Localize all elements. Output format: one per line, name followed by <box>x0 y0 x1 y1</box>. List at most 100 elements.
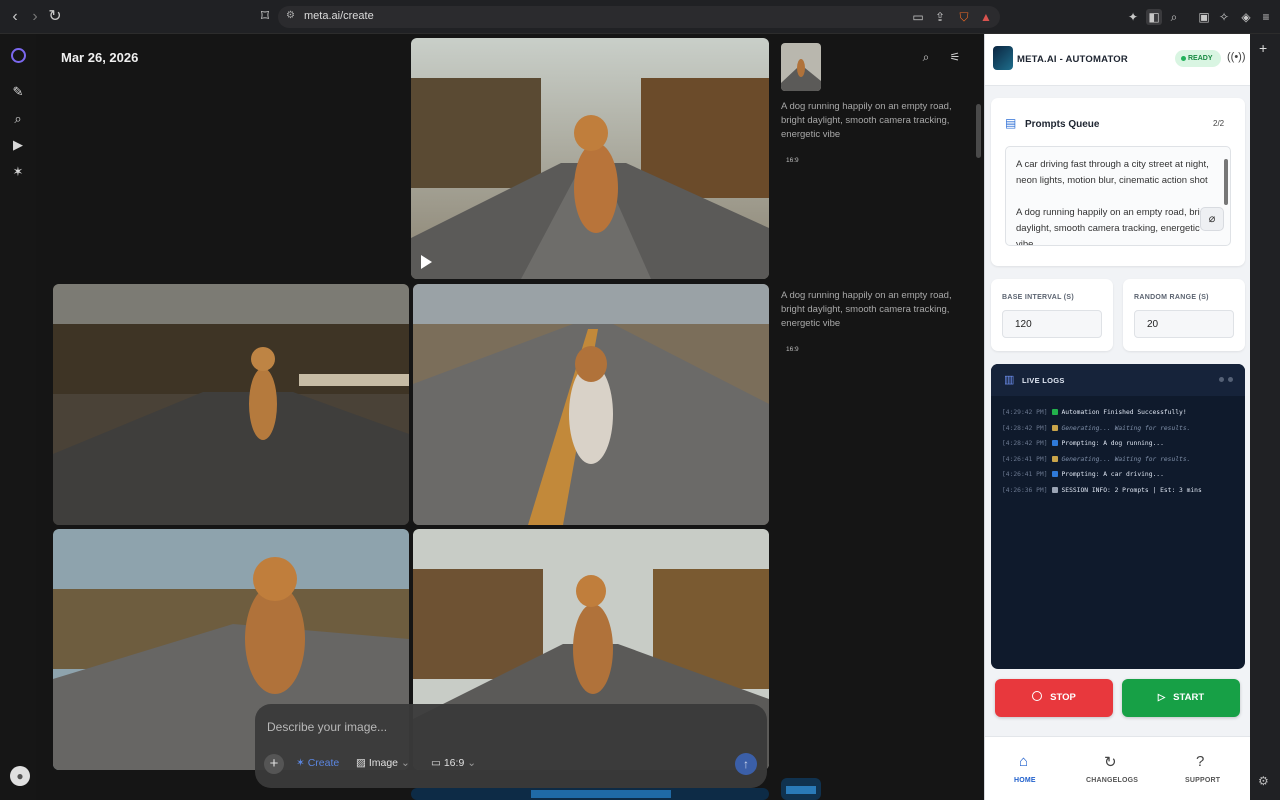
media-icon[interactable]: ▶ <box>10 137 26 153</box>
nav-home[interactable]: HOME <box>1014 777 1036 784</box>
url-text: meta.ai/create <box>304 10 374 22</box>
broadcast-icon[interactable]: ((•)) <box>1227 51 1246 63</box>
share-icon[interactable]: ⇪ <box>932 9 948 25</box>
base-interval-input[interactable] <box>1002 310 1102 338</box>
log-time: [4:26:41 PM] <box>1002 455 1048 463</box>
reload-icon[interactable]: ↻ <box>46 8 64 26</box>
extensions-icon[interactable]: ✦ <box>1125 9 1141 25</box>
send-button[interactable]: ↑ <box>735 753 757 775</box>
prompt-input[interactable] <box>267 718 707 736</box>
stop-button[interactable]: STOP <box>995 679 1113 717</box>
start-button[interactable]: ▷ START <box>1122 679 1240 717</box>
log-line: [4:26:41 PM] Prompting: A car driving... <box>1002 471 1164 478</box>
cast-icon[interactable]: ▭ <box>910 9 926 25</box>
history-icon[interactable]: ↻ <box>1104 753 1117 771</box>
sidebar-toggle-icon[interactable]: ◧ <box>1146 9 1162 25</box>
wand-icon: ✶ <box>296 757 308 769</box>
image-tile[interactable] <box>411 788 769 800</box>
base-interval-label: BASE INTERVAL (S) <box>1002 294 1074 301</box>
add-attachment-button[interactable]: + <box>264 754 284 774</box>
video-thumbnail[interactable] <box>781 778 821 800</box>
settings-icon[interactable]: ⚙ <box>1258 774 1269 788</box>
queue-text: A car driving fast through a city street… <box>1016 159 1213 246</box>
attach-icon[interactable]: ⌀ <box>1200 207 1224 231</box>
image-icon: ▨ <box>356 757 369 769</box>
random-range-input[interactable] <box>1134 310 1234 338</box>
queue-textarea[interactable]: A car driving fast through a city street… <box>1005 146 1231 246</box>
play-icon[interactable] <box>421 255 432 269</box>
nav-changelogs[interactable]: CHANGELOGS <box>1086 777 1138 784</box>
log-time: [4:28:42 PM] <box>1002 424 1048 432</box>
bookmark-icon[interactable]: ⌑ <box>256 8 274 26</box>
rewards-icon[interactable]: ▲ <box>978 9 994 25</box>
queue-scrollbar[interactable] <box>1224 159 1228 205</box>
log-text: Prompting: A dog running... <box>1061 440 1164 447</box>
automator-logo-icon <box>993 46 1013 70</box>
random-range-label: RANDOM RANGE (S) <box>1134 294 1209 301</box>
wallet-icon[interactable]: ▣ <box>1196 9 1212 25</box>
log-text: Generating... Waiting for results. <box>1061 424 1191 432</box>
forward-icon[interactable]: › <box>26 8 44 26</box>
video-tile[interactable] <box>411 38 769 279</box>
panel-title: META.AI - AUTOMATOR <box>1017 54 1128 65</box>
status-badge: READY <box>1175 50 1221 67</box>
leo-ai-icon[interactable]: ✧ <box>1216 9 1232 25</box>
new-chat-icon[interactable]: ✎ <box>10 84 26 100</box>
media-type-select[interactable]: ▨ Image ⌄ <box>356 757 410 769</box>
aspect-ratio-label: 16:9 <box>786 157 799 164</box>
log-line: [4:26:41 PM] Generating... Waiting for re… <box>1002 455 1191 463</box>
dog-image <box>411 38 769 279</box>
logs-title: LIVE LOGS <box>1022 376 1065 385</box>
log-text: Generating... Waiting for results. <box>1061 455 1191 463</box>
log-time: [4:26:36 PM] <box>1002 486 1048 494</box>
start-label: START <box>1173 692 1205 703</box>
brave-shield-icon[interactable]: ⛉ <box>956 9 972 25</box>
panel-header: META.AI - AUTOMATOR READY ((•)) <box>985 34 1251 86</box>
chevron-down-icon: ⌄ <box>464 757 476 769</box>
terminal-icon: ▥ <box>1004 374 1015 386</box>
aspect-ratio-select[interactable]: ▭ 16:9 ⌄ <box>431 757 476 769</box>
prompt-caption: A dog running happily on an empty road, … <box>781 101 952 140</box>
stop-icon <box>1032 691 1043 701</box>
reader-icon[interactable]: ⌕ <box>1166 9 1182 25</box>
back-icon[interactable]: ‹ <box>6 8 24 26</box>
window-dot-icon <box>1219 377 1224 382</box>
ratio-icon: ▭ <box>431 757 444 769</box>
status-dot-icon <box>1181 56 1186 61</box>
help-icon[interactable]: ? <box>1196 753 1204 770</box>
address-bar[interactable]: ⚙ meta.ai/create <box>278 6 1000 28</box>
home-icon[interactable]: ⌂ <box>1019 753 1028 770</box>
browser-sidebar: + ⚙ <box>1250 34 1280 800</box>
search-icon[interactable]: ⌕ <box>919 50 933 64</box>
log-text: Prompting: A car driving... <box>1061 471 1164 478</box>
prompt-thumbnail[interactable] <box>781 43 821 91</box>
car-thumbnail-image <box>781 778 821 800</box>
create-mode-button[interactable]: ✶ Create <box>296 757 339 769</box>
create-wand-icon[interactable]: ✶ <box>10 164 26 180</box>
nav-support[interactable]: SUPPORT <box>1185 777 1220 784</box>
log-time: [4:29:42 PM] <box>1002 409 1048 416</box>
meta-logo-icon[interactable] <box>11 48 26 63</box>
queue-title: Prompts Queue <box>1025 119 1100 130</box>
add-panel-icon[interactable]: + <box>1259 40 1267 56</box>
list-icon: ▤ <box>1005 116 1017 130</box>
image-tile[interactable] <box>413 284 769 525</box>
feed-scrollbar[interactable] <box>976 104 981 158</box>
search-icon[interactable]: ⌕ <box>10 111 26 127</box>
user-avatar[interactable]: ● <box>10 766 30 786</box>
panel-bottom-nav: ⌂ HOME ↻ CHANGELOGS ? SUPPORT <box>985 736 1251 800</box>
car-image <box>411 788 769 800</box>
image-tile[interactable] <box>53 284 409 525</box>
filter-icon[interactable]: ⚟ <box>948 50 962 64</box>
dog-thumbnail-image <box>781 43 821 91</box>
create-feed: Mar 26, 2026 A dog running happily on an… <box>36 34 984 800</box>
log-time: [4:28:42 PM] <box>1002 440 1048 447</box>
site-info-icon[interactable]: ⚙ <box>286 10 295 21</box>
feed-date: Mar 26, 2026 <box>61 50 139 65</box>
vpn-icon[interactable]: ◈ <box>1238 9 1254 25</box>
log-status-icon <box>1051 440 1058 446</box>
log-status-icon <box>1051 409 1058 415</box>
menu-icon[interactable]: ≡ <box>1258 9 1274 25</box>
prompt-caption: A dog running happily on an empty road, … <box>781 290 952 329</box>
log-status-icon <box>1051 471 1058 477</box>
